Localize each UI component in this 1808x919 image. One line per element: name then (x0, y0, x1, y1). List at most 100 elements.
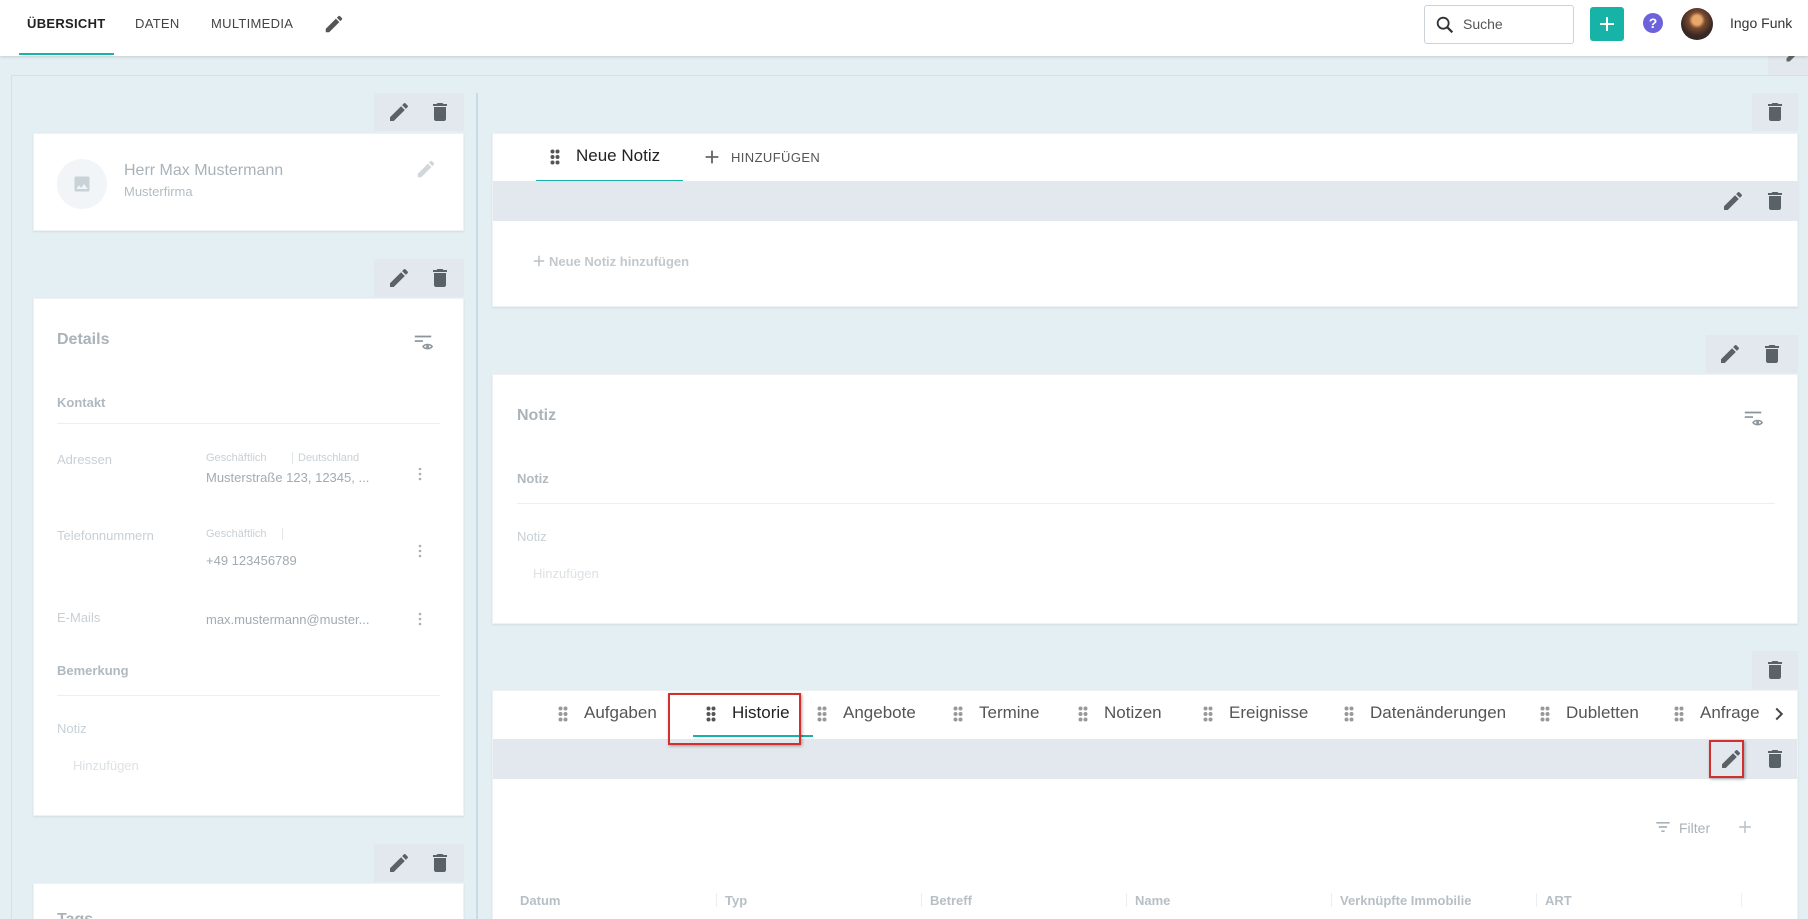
history-delete-button[interactable] (1763, 658, 1787, 682)
profile-delete-button[interactable] (428, 100, 452, 124)
divider (517, 503, 1775, 504)
tab-label: Angebote (843, 703, 916, 722)
column-separator[interactable] (1741, 893, 1742, 907)
profile-edit-button[interactable] (387, 100, 411, 124)
column-separator[interactable] (1126, 893, 1127, 907)
column-separator[interactable] (921, 893, 922, 907)
column-header-typ[interactable]: Typ (725, 893, 747, 908)
notiz-section-label: Notiz (517, 471, 549, 486)
drag-handle-icon[interactable] (558, 706, 568, 722)
more-vert-icon[interactable] (418, 467, 422, 481)
tab-label: Aufgaben (584, 703, 657, 722)
note-add-placeholder[interactable]: Hinzufügen (73, 758, 139, 773)
address-country: Deutschland (298, 452, 360, 464)
details-card: Details Kontakt Adressen Geschäftlich De… (33, 298, 464, 816)
tab-label: Anfrage (1700, 703, 1759, 722)
phone-value[interactable]: +49 123456789 (206, 553, 297, 568)
plus-icon (530, 252, 548, 270)
inner-toolbar (493, 181, 1799, 221)
user-name[interactable]: Ingo Funk (1730, 15, 1792, 31)
eye-filter-icon[interactable] (412, 331, 434, 353)
history-inner-toolbar (493, 739, 1797, 779)
column-header-art[interactable]: ART (1545, 893, 1572, 908)
address-value[interactable]: Musterstraße 123, 12345, ... (206, 470, 369, 485)
add-tab-label: HINZUFÜGEN (731, 150, 821, 165)
drag-handle-icon[interactable] (953, 706, 963, 722)
image-icon (72, 174, 92, 194)
inner-delete-button[interactable] (1763, 189, 1787, 213)
column-header-verknuepfte-immobilie[interactable]: Verknüpfte Immobilie (1340, 893, 1471, 908)
history-inner-delete-button[interactable] (1763, 747, 1787, 771)
drag-handle-icon[interactable] (1344, 706, 1354, 722)
profile-avatar[interactable] (57, 159, 107, 209)
column-separator[interactable] (716, 893, 717, 907)
tab-uebersicht[interactable]: ÜBERSICHT (19, 0, 114, 56)
tab-multimedia[interactable]: MULTIMEDIA (211, 0, 293, 56)
top-navigation-bar: ÜBERSICHT DATEN MULTIMEDIA ? Ingo Funk (0, 0, 1808, 56)
details-edit-button[interactable] (387, 266, 411, 290)
details-widget-toolbar (374, 259, 464, 297)
details-title: Details (57, 331, 110, 348)
tab-anfrage[interactable]: Anfrage (1674, 691, 1759, 739)
help-icon[interactable]: ? (1643, 13, 1663, 33)
drag-handle-icon[interactable] (550, 149, 560, 165)
more-vert-icon[interactable] (418, 544, 422, 558)
column-separator[interactable] (1536, 893, 1537, 907)
edit-layout-pencil-icon[interactable] (323, 13, 345, 35)
plus-icon (1595, 12, 1619, 36)
chevron-right-icon[interactable] (1768, 703, 1790, 725)
drag-handle-icon[interactable] (1078, 706, 1088, 722)
highlight-history-edit-button (1709, 740, 1744, 778)
remark-heading: Bemerkung (57, 663, 129, 678)
search-field[interactable] (1424, 5, 1574, 44)
eye-filter-icon[interactable] (1742, 407, 1764, 429)
details-delete-button[interactable] (428, 266, 452, 290)
note-tabs-delete-button[interactable] (1763, 100, 1787, 124)
column-separator[interactable] (1331, 893, 1332, 907)
divider (57, 695, 440, 696)
contact-heading: Kontakt (57, 395, 106, 410)
addresses-label: Adressen (57, 452, 112, 467)
drag-handle-icon[interactable] (817, 706, 827, 722)
history-widget-toolbar (1752, 651, 1798, 689)
drag-handle-icon[interactable] (1203, 706, 1213, 722)
notiz-edit-button[interactable] (1718, 342, 1742, 366)
add-button[interactable] (1590, 7, 1624, 41)
notiz-field-label: Notiz (517, 529, 547, 544)
drag-handle-icon[interactable] (1674, 706, 1684, 722)
filter-label: Filter (1679, 820, 1711, 836)
highlight-historie-tab (668, 693, 801, 745)
profile-pencil-icon[interactable] (415, 158, 437, 180)
profile-card: Herr Max Mustermann Musterfirma (33, 133, 464, 231)
search-input[interactable] (1463, 16, 1563, 32)
phones-label: Telefonnummern (57, 528, 154, 543)
tab-neue-notiz[interactable]: Neue Notiz (536, 134, 683, 182)
tags-edit-button[interactable] (387, 851, 411, 875)
separator (282, 528, 283, 540)
add-note-label: Neue Notiz hinzufügen (549, 254, 690, 269)
column-header-betreff[interactable]: Betreff (930, 893, 972, 908)
more-vert-icon[interactable] (418, 612, 422, 626)
note-tabs-widget: Neue Notiz HINZUFÜGEN Neue Notiz hinzufü… (492, 133, 1799, 307)
add-entry-plus-icon[interactable] (1735, 817, 1755, 837)
column-header-datum[interactable]: Datum (520, 893, 560, 908)
filter-icon (1653, 817, 1673, 837)
notiz-delete-button[interactable] (1760, 342, 1784, 366)
inner-edit-button[interactable] (1721, 189, 1745, 213)
emails-label: E-Mails (57, 610, 101, 625)
column-header-name[interactable]: Name (1135, 893, 1170, 908)
notiz-widget-toolbar (1706, 335, 1798, 373)
notiz-add-placeholder[interactable]: Hinzufügen (533, 566, 599, 581)
drag-handle-icon[interactable] (1540, 706, 1550, 722)
profile-name: Herr Max Mustermann (124, 162, 284, 179)
notiz-card: Notiz Notiz Notiz Hinzufügen (492, 374, 1798, 624)
tab-label: Datenänderungen (1370, 703, 1507, 722)
address-type: Geschäftlich (206, 452, 267, 464)
tags-delete-button[interactable] (428, 851, 452, 875)
email-value[interactable]: max.mustermann@muster... (206, 612, 369, 627)
avatar[interactable] (1681, 8, 1713, 40)
tab-daten[interactable]: DATEN (135, 0, 180, 56)
note-label: Notiz (57, 721, 87, 736)
add-tab-button[interactable]: HINZUFÜGEN (701, 146, 841, 170)
tags-title: Tags (57, 911, 93, 919)
